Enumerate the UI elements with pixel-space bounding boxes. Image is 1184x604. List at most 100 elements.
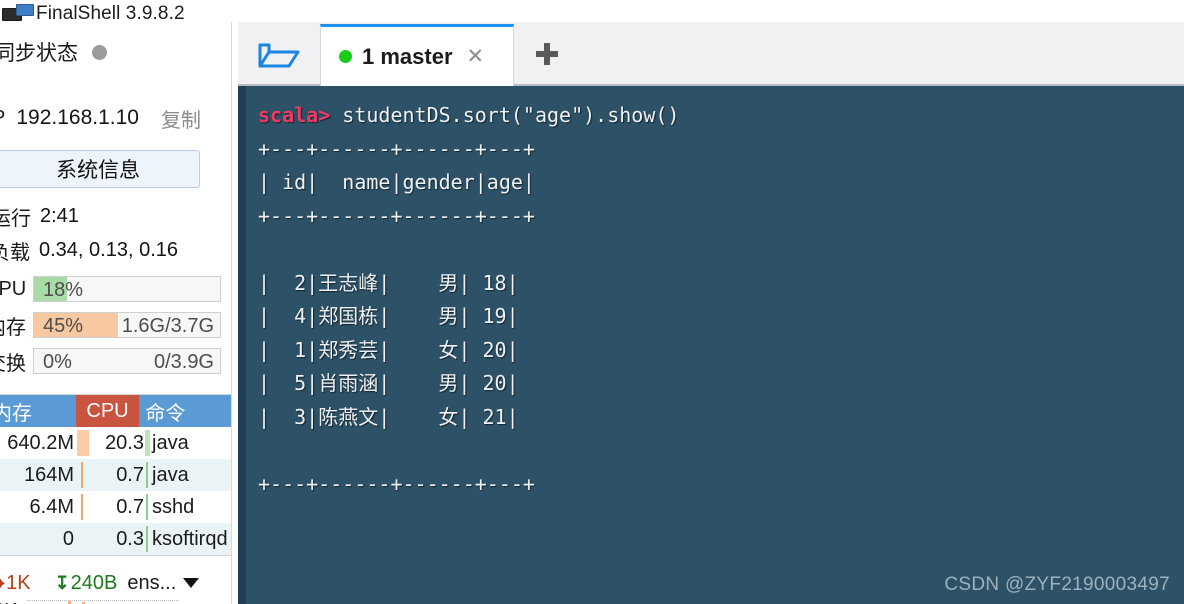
process-table-body: 640.2M 20.3 java 164M 0.7 java 6.4M 0.7 sshd 0 0.3… <box>0 427 231 555</box>
system-info-button[interactable]: 系统信息 <box>0 150 200 188</box>
terminal-output-area[interactable]: scala> studentDS.sort("age").show() +---+… <box>238 86 1184 604</box>
uptime-label: 运行 <box>0 207 31 230</box>
process-table: 内存 CPU 命令 640.2M 20.3 java 164M 0.7 java 6.4M 0… <box>0 394 232 556</box>
csdn-watermark: CSDN @ZYF2190003497 <box>944 574 1170 595</box>
plus-icon <box>536 43 558 65</box>
process-command: java <box>152 431 189 454</box>
memory-meter-absolute: 1.6G/3.7G <box>121 315 214 337</box>
process-command: ksoftirqd <box>152 527 228 550</box>
process-table-header: 内存 CPU 命令 <box>0 395 231 427</box>
load-value: 0.34, 0.13, 0.16 <box>39 238 179 261</box>
sparkline-bar <box>68 601 72 604</box>
terminal-output-line: | 3|陈燕文| 女| 21| <box>258 404 519 429</box>
table-row[interactable]: 6.4M 0.7 sshd <box>0 491 231 523</box>
column-header-command[interactable]: 命令 <box>139 395 231 427</box>
new-tab-button[interactable] <box>520 24 574 84</box>
memory-meter: 45% 1.6G/3.7G <box>33 312 221 338</box>
terminal-command-line: scala> studentDS.sort("age").show() <box>258 99 679 133</box>
network-interface-label[interactable]: ens... <box>127 572 176 595</box>
swap-meter-row: 交换 0% 0/3.9G <box>0 346 232 376</box>
uptime-row: 运行 2:41 <box>0 202 232 230</box>
network-upload: ➠ 1K <box>0 572 31 595</box>
process-memory-bar <box>76 523 90 555</box>
system-info-button-label: 系统信息 <box>56 159 140 182</box>
chevron-down-icon[interactable] <box>183 578 200 588</box>
terminal-output-line: +---+------+------+---+ <box>258 471 535 496</box>
process-cpu: 0.7 <box>116 495 144 518</box>
finalshell-window: FinalShell 3.9.8.2 同步状态 P 192.168.1.10 复… <box>0 0 1184 604</box>
terminal-tab-bar: 1 master ✕ <box>238 22 1184 86</box>
swap-meter: 0% 0/3.9G <box>33 348 221 374</box>
uptime-value: 2:41 <box>40 204 79 227</box>
system-info-sidebar: 同步状态 P 192.168.1.10 复制 系统信息 运行 2:41 负载 0… <box>0 22 232 604</box>
cpu-meter-label: CPU <box>0 277 27 300</box>
memory-meter-row: 内存 45% 1.6G/3.7G <box>0 310 232 340</box>
table-row[interactable]: 164M 0.7 java <box>0 459 231 491</box>
swap-meter-label: 交换 <box>0 352 26 375</box>
copy-ip-button[interactable]: 复制 <box>161 104 201 133</box>
network-upload-value: 1K <box>6 571 31 594</box>
terminal-output-line: | 2|王志峰| 男| 18| <box>258 270 519 295</box>
terminal-output-line: | 1|郑秀芸| 女| 20| <box>258 337 519 362</box>
cpu-meter-percent: 18% <box>43 279 84 301</box>
column-header-memory[interactable]: 内存 <box>0 395 76 427</box>
ip-value: 192.168.1.10 <box>16 106 139 129</box>
window-title: FinalShell 3.9.8.2 <box>36 3 185 23</box>
terminal-text: scala> studentDS.sort("age").show() +---+… <box>258 99 679 604</box>
tab-1-master[interactable]: 1 master ✕ <box>320 24 514 86</box>
cpu-meter-row: CPU 18% <box>0 274 232 304</box>
terminal-output-line: | 4|郑国栋| 男| 19| <box>258 304 519 328</box>
terminal-output-line: | 5|肖雨涵| 男| 20| <box>258 371 519 395</box>
load-average-row: 负载 0.34, 0.13, 0.16 <box>0 236 232 264</box>
process-cpu: 0.3 <box>116 527 144 550</box>
load-label: 负载 <box>0 241 30 264</box>
sync-status-label: 同步状态 <box>0 42 78 65</box>
network-download-value: 240B <box>70 571 118 594</box>
arrow-up-icon: ➠ <box>0 573 5 594</box>
status-dot-grey-icon <box>92 44 107 60</box>
terminal-panel: 1 master ✕ scala> studentDS.sort("age").… <box>238 22 1184 604</box>
memory-meter-label: 内存 <box>0 316 26 339</box>
cpu-meter: 18% <box>33 276 221 302</box>
terminal-output-line: +---+------+------+---+ <box>258 136 535 161</box>
terminal-command-text: studentDS.sort("age").show() <box>330 103 680 127</box>
process-memory: 164M <box>23 463 74 486</box>
process-cpu: 20.3 <box>105 431 144 454</box>
process-memory: 6.4M <box>29 495 74 518</box>
process-memory-bar <box>76 491 90 523</box>
memory-meter-percent: 45% <box>43 315 84 337</box>
network-sparkline-chart <box>27 600 180 604</box>
process-memory: 640.2M <box>7 431 74 454</box>
column-header-cpu[interactable]: CPU <box>75 395 140 427</box>
network-stats-row: ➠ 1K ↧ 240B ens... <box>0 567 232 599</box>
process-cpu: 0.7 <box>116 463 144 486</box>
sparkline-scale-label: 3K <box>0 600 17 604</box>
process-cpu-bar <box>144 491 151 523</box>
process-cpu-bar <box>144 427 151 459</box>
sync-status-row: 同步状态 <box>0 34 232 70</box>
process-memory: 0 <box>62 527 74 550</box>
terminal-output-line: +---+------+------+---+ <box>258 203 535 228</box>
ip-label: P <box>0 107 5 130</box>
arrow-down-icon: ↧ <box>54 572 70 593</box>
network-download: ↧ 240B <box>55 572 118 595</box>
terminal-output-line: | id| name|gender|age| <box>258 170 535 194</box>
ip-address-row: P 192.168.1.10 复制 <box>0 102 232 134</box>
status-dot-green-icon <box>339 50 352 63</box>
sidebar-divider <box>231 22 232 604</box>
terminal-prompt: scala> <box>258 103 331 127</box>
title-bar: FinalShell 3.9.8.2 <box>0 0 1184 22</box>
close-icon[interactable]: ✕ <box>467 46 485 67</box>
swap-meter-percent: 0% <box>43 351 72 373</box>
tab-label: 1 master <box>362 43 453 69</box>
table-row[interactable]: 0 0.3 ksoftirqd <box>0 523 231 555</box>
process-cpu-bar <box>144 523 151 555</box>
table-row[interactable]: 640.2M 20.3 java <box>0 427 231 459</box>
folder-open-icon[interactable] <box>240 24 318 84</box>
monitor-icon <box>2 2 36 22</box>
